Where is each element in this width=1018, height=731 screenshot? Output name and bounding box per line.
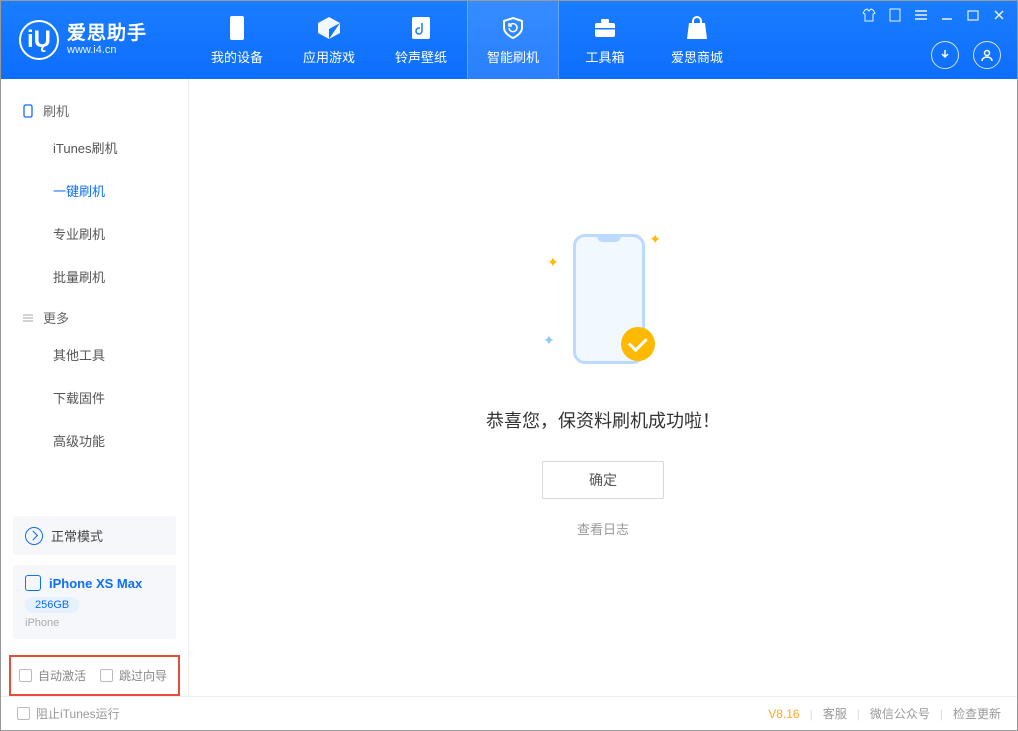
device-box[interactable]: iPhone XS Max 256GB iPhone xyxy=(13,565,176,639)
main-content: ✦ ✦ ✦ 恭喜您，保资料刷机成功啦！ 确定 查看日志 xyxy=(189,79,1017,696)
checkbox-label: 阻止iTunes运行 xyxy=(36,705,120,722)
window-controls xyxy=(861,7,1007,23)
minimize-button[interactable] xyxy=(939,7,955,23)
sidebar-group-flash: 刷机 xyxy=(1,91,188,126)
cube-icon xyxy=(316,15,342,41)
device-name: iPhone XS Max xyxy=(49,576,142,591)
highlighted-options: 自动激活 跳过向导 xyxy=(9,655,180,696)
device-type: iPhone xyxy=(25,617,164,629)
update-link[interactable]: 检查更新 xyxy=(953,705,1001,722)
mode-icon xyxy=(25,527,43,545)
tab-label: 铃声壁纸 xyxy=(395,47,447,66)
header: iŲ 爱思助手 www.i4.cn 我的设备 应用游戏 铃声壁纸 智能刷机 工具… xyxy=(1,1,1017,79)
sidebar: 刷机 iTunes刷机 一键刷机 专业刷机 批量刷机 更多 其他工具 下载固件 … xyxy=(1,79,189,696)
success-title: 恭喜您，保资料刷机成功啦！ xyxy=(486,407,720,433)
phone-icon xyxy=(224,15,250,41)
tab-apps[interactable]: 应用游戏 xyxy=(283,1,375,79)
logo-area: iŲ 爱思助手 www.i4.cn xyxy=(1,20,191,60)
version-label: V8.16 xyxy=(768,707,799,721)
storage-badge: 256GB xyxy=(25,597,79,613)
tab-label: 智能刷机 xyxy=(487,47,539,66)
tab-label: 工具箱 xyxy=(585,47,624,66)
checkbox-block-itunes[interactable]: 阻止iTunes运行 xyxy=(17,705,120,722)
success-panel: ✦ ✦ ✦ 恭喜您，保资料刷机成功啦！ 确定 查看日志 xyxy=(189,229,1017,538)
support-link[interactable]: 客服 xyxy=(823,705,847,722)
header-actions xyxy=(931,41,1001,69)
device-small-icon xyxy=(21,104,35,118)
sidebar-item-firmware[interactable]: 下载固件 xyxy=(1,376,188,419)
tab-ringtone[interactable]: 铃声壁纸 xyxy=(375,1,467,79)
list-small-icon xyxy=(21,311,35,325)
tab-smart-flash[interactable]: 智能刷机 xyxy=(467,1,559,79)
success-illustration: ✦ ✦ ✦ xyxy=(543,229,663,379)
download-button[interactable] xyxy=(931,41,959,69)
checkbox-auto-activate[interactable]: 自动激活 xyxy=(19,667,86,684)
tab-my-device[interactable]: 我的设备 xyxy=(191,1,283,79)
note-icon[interactable] xyxy=(887,7,903,23)
sidebar-item-batch[interactable]: 批量刷机 xyxy=(1,255,188,298)
tab-label: 应用游戏 xyxy=(303,47,355,66)
main-tabs: 我的设备 应用游戏 铃声壁纸 智能刷机 工具箱 爱思商城 xyxy=(191,1,743,79)
bag-icon xyxy=(684,15,710,41)
sidebar-group-more: 更多 xyxy=(1,298,188,333)
mode-label: 正常模式 xyxy=(51,526,103,545)
checkbox-skip-guide[interactable]: 跳过向导 xyxy=(100,667,167,684)
sidebar-group-label: 刷机 xyxy=(43,101,69,120)
refresh-shield-icon xyxy=(500,15,526,41)
sidebar-group-label: 更多 xyxy=(43,308,69,327)
menu-icon[interactable] xyxy=(913,7,929,23)
checkbox-icon xyxy=(19,669,32,682)
maximize-button[interactable] xyxy=(965,7,981,23)
sparkle-icon: ✦ xyxy=(543,332,555,349)
ok-button[interactable]: 确定 xyxy=(542,461,664,499)
app-title: 爱思助手 xyxy=(67,24,147,45)
checkbox-icon xyxy=(17,707,30,720)
sidebar-item-other[interactable]: 其他工具 xyxy=(1,333,188,376)
checkbox-label: 自动激活 xyxy=(38,667,86,684)
mode-bar[interactable]: 正常模式 xyxy=(13,516,176,555)
sparkle-icon: ✦ xyxy=(649,231,661,248)
app-url: www.i4.cn xyxy=(67,44,147,56)
check-badge-icon xyxy=(621,327,655,361)
tab-label: 爱思商城 xyxy=(671,47,723,66)
tab-store[interactable]: 爱思商城 xyxy=(651,1,743,79)
music-file-icon xyxy=(408,15,434,41)
tab-toolbox[interactable]: 工具箱 xyxy=(559,1,651,79)
checkbox-icon xyxy=(100,669,113,682)
footer: 阻止iTunes运行 V8.16 | 客服 | 微信公众号 | 检查更新 xyxy=(1,696,1017,730)
sidebar-item-itunes[interactable]: iTunes刷机 xyxy=(1,126,188,169)
user-button[interactable] xyxy=(973,41,1001,69)
briefcase-icon xyxy=(592,15,618,41)
sparkle-icon: ✦ xyxy=(547,254,559,271)
shirt-icon[interactable] xyxy=(861,7,877,23)
wechat-link[interactable]: 微信公众号 xyxy=(870,705,930,722)
close-button[interactable] xyxy=(991,7,1007,23)
checkbox-label: 跳过向导 xyxy=(119,667,167,684)
logo-icon: iŲ xyxy=(19,20,59,60)
sidebar-item-advanced[interactable]: 高级功能 xyxy=(1,419,188,462)
sidebar-item-pro[interactable]: 专业刷机 xyxy=(1,212,188,255)
device-icon xyxy=(25,575,41,591)
tab-label: 我的设备 xyxy=(211,47,263,66)
sidebar-item-oneclick[interactable]: 一键刷机 xyxy=(1,169,188,212)
view-log-link[interactable]: 查看日志 xyxy=(577,519,629,538)
